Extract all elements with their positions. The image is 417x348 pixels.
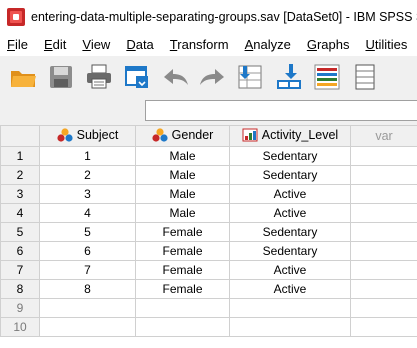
table-row: 4 4 Male Active bbox=[0, 203, 417, 223]
cell-activity-level[interactable]: Sedentary bbox=[229, 146, 351, 166]
nominal-measure-icon bbox=[152, 127, 168, 142]
menu-file[interactable]: File bbox=[0, 37, 36, 52]
cell-gender[interactable] bbox=[135, 298, 230, 318]
cell-gender[interactable] bbox=[135, 317, 230, 337]
cell-gender[interactable]: Female bbox=[135, 279, 230, 299]
cell-gender[interactable]: Male bbox=[135, 146, 230, 166]
row-number[interactable]: 3 bbox=[0, 184, 40, 204]
table-row: 2 2 Male Sedentary bbox=[0, 165, 417, 185]
table-row: 9 bbox=[0, 298, 417, 318]
cell-activity-level[interactable]: Active bbox=[229, 203, 351, 223]
cell-var[interactable] bbox=[350, 260, 417, 280]
menu-data[interactable]: Data bbox=[118, 37, 161, 52]
row-number[interactable]: 10 bbox=[0, 317, 40, 337]
table-row: 1 1 Male Sedentary bbox=[0, 146, 417, 166]
cell-subject[interactable]: 1 bbox=[39, 146, 136, 166]
column-header-activity-level[interactable]: Activity_Level bbox=[229, 125, 351, 147]
scale-measure-icon bbox=[242, 128, 258, 141]
recall-dialog-icon[interactable] bbox=[122, 62, 152, 92]
title-bar: entering-data-multiple-separating-groups… bbox=[0, 0, 417, 33]
column-label: var bbox=[375, 129, 393, 143]
cell-var[interactable] bbox=[350, 222, 417, 242]
column-header-subject[interactable]: Subject bbox=[39, 125, 136, 147]
cell-subject[interactable]: 7 bbox=[39, 260, 136, 280]
cell-gender[interactable]: Female bbox=[135, 222, 230, 242]
save-icon[interactable] bbox=[46, 62, 76, 92]
cell-var[interactable] bbox=[350, 298, 417, 318]
cell-subject[interactable]: 2 bbox=[39, 165, 136, 185]
cell-subject[interactable] bbox=[39, 298, 136, 318]
row-number[interactable]: 1 bbox=[0, 146, 40, 166]
run-descriptives-icon[interactable] bbox=[350, 62, 380, 92]
menu-utilities[interactable]: Utilities bbox=[357, 37, 415, 52]
cell-var[interactable] bbox=[350, 241, 417, 261]
go-to-case-icon[interactable] bbox=[236, 62, 266, 92]
table-row: 10 bbox=[0, 317, 417, 337]
cell-gender[interactable]: Male bbox=[135, 203, 230, 223]
menu-transform[interactable]: Transform bbox=[162, 37, 237, 52]
cell-var[interactable] bbox=[350, 146, 417, 166]
go-to-variable-icon[interactable] bbox=[274, 62, 304, 92]
cell-var[interactable] bbox=[350, 165, 417, 185]
table-row: 5 5 Female Sedentary bbox=[0, 222, 417, 242]
row-number[interactable]: 5 bbox=[0, 222, 40, 242]
menu-bar: File Edit View Data Transform Analyze Gr… bbox=[0, 33, 417, 56]
column-header-var[interactable]: var bbox=[350, 125, 417, 147]
menu-view[interactable]: View bbox=[74, 37, 118, 52]
table-row: 7 7 Female Active bbox=[0, 260, 417, 280]
column-label: Subject bbox=[76, 127, 119, 142]
cell-gender[interactable]: Female bbox=[135, 260, 230, 280]
cell-var[interactable] bbox=[350, 184, 417, 204]
window-title: entering-data-multiple-separating-groups… bbox=[31, 9, 417, 24]
row-number[interactable]: 9 bbox=[0, 298, 40, 318]
redo-icon[interactable] bbox=[198, 62, 228, 92]
print-icon[interactable] bbox=[84, 62, 114, 92]
cell-activity-level[interactable]: Active bbox=[229, 279, 351, 299]
table-row: 3 3 Male Active bbox=[0, 184, 417, 204]
cell-subject[interactable]: 3 bbox=[39, 184, 136, 204]
cell-editor-bar bbox=[0, 98, 417, 125]
cell-gender[interactable]: Male bbox=[135, 165, 230, 185]
table-row: 8 8 Female Active bbox=[0, 279, 417, 299]
nominal-measure-icon bbox=[57, 127, 73, 142]
cell-var[interactable] bbox=[350, 279, 417, 299]
cell-subject[interactable] bbox=[39, 317, 136, 337]
toolbar bbox=[0, 56, 417, 98]
data-grid: Subject Gender Activity_Level var 1 1 Ma… bbox=[0, 125, 417, 337]
menu-analyze[interactable]: Analyze bbox=[237, 37, 299, 52]
column-header-gender[interactable]: Gender bbox=[135, 125, 230, 147]
cell-subject[interactable]: 5 bbox=[39, 222, 136, 242]
cell-gender[interactable]: Female bbox=[135, 241, 230, 261]
cell-activity-level[interactable]: Active bbox=[229, 184, 351, 204]
cell-gender[interactable]: Male bbox=[135, 184, 230, 204]
cell-activity-level[interactable] bbox=[229, 317, 351, 337]
variables-icon[interactable] bbox=[312, 62, 342, 92]
cell-subject[interactable]: 8 bbox=[39, 279, 136, 299]
menu-edit[interactable]: Edit bbox=[36, 37, 74, 52]
cell-subject[interactable]: 4 bbox=[39, 203, 136, 223]
cell-activity-level[interactable]: Active bbox=[229, 260, 351, 280]
cell-activity-level[interactable] bbox=[229, 298, 351, 318]
row-number[interactable]: 7 bbox=[0, 260, 40, 280]
undo-icon[interactable] bbox=[160, 62, 190, 92]
column-label: Activity_Level bbox=[261, 127, 339, 142]
cell-subject[interactable]: 6 bbox=[39, 241, 136, 261]
cell-var[interactable] bbox=[350, 317, 417, 337]
cell-activity-level[interactable]: Sedentary bbox=[229, 222, 351, 242]
cell-value-input[interactable] bbox=[145, 100, 417, 121]
row-number[interactable]: 2 bbox=[0, 165, 40, 185]
cell-activity-level[interactable]: Sedentary bbox=[229, 241, 351, 261]
table-row: 6 6 Female Sedentary bbox=[0, 241, 417, 261]
row-number[interactable]: 4 bbox=[0, 203, 40, 223]
cell-var[interactable] bbox=[350, 203, 417, 223]
row-number[interactable]: 6 bbox=[0, 241, 40, 261]
menu-graphs[interactable]: Graphs bbox=[299, 37, 358, 52]
cell-activity-level[interactable]: Sedentary bbox=[229, 165, 351, 185]
grid-corner[interactable] bbox=[0, 125, 40, 147]
open-data-icon[interactable] bbox=[8, 62, 38, 92]
spss-app-icon bbox=[7, 7, 25, 26]
column-label: Gender bbox=[171, 127, 214, 142]
row-number[interactable]: 8 bbox=[0, 279, 40, 299]
